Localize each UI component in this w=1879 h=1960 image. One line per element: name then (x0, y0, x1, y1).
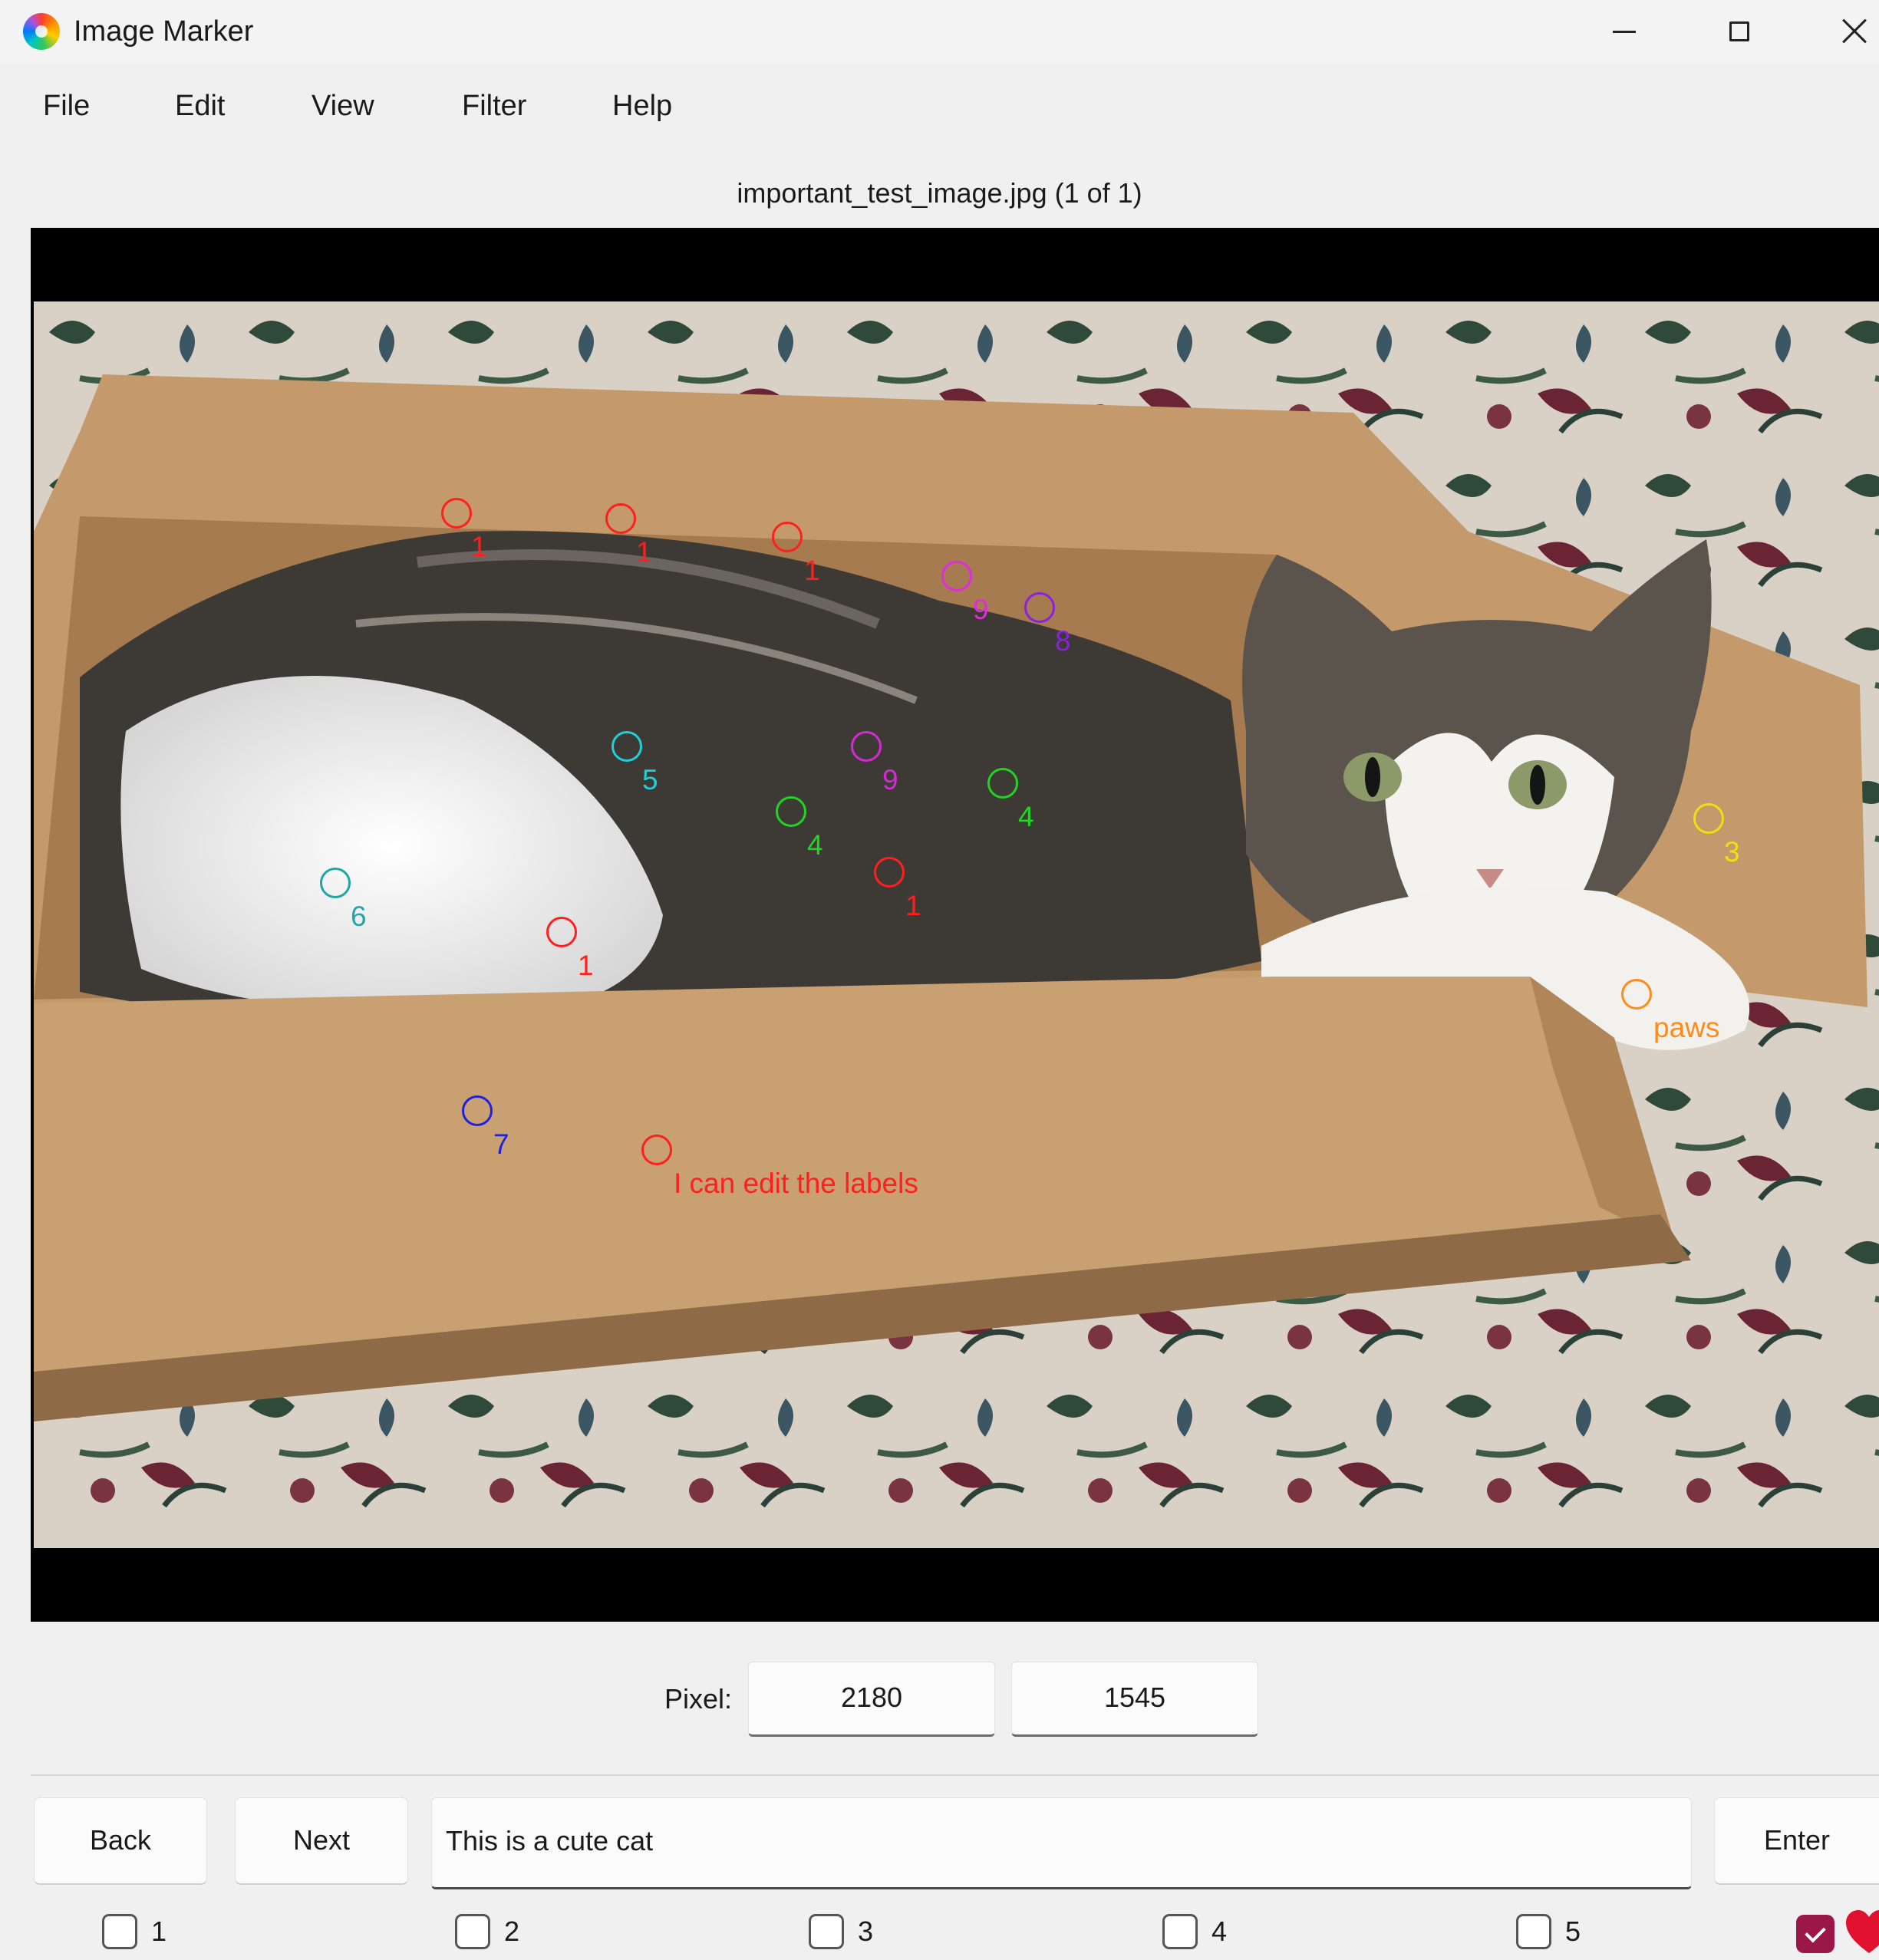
marker-label: 9 (973, 594, 989, 625)
marker-circle[interactable] (772, 522, 803, 552)
marker-circle[interactable] (611, 731, 642, 762)
marker-circle[interactable] (1693, 803, 1724, 834)
cat-photo[interactable]: 1 1 1 9 8 5 9 4 4 1 6 1 3 paws 7 I can e… (34, 301, 1879, 1548)
menu-help[interactable]: Help (605, 75, 680, 137)
marker-label: 1 (471, 531, 487, 562)
marker-label: 9 (882, 764, 898, 796)
marker-label: 4 (1018, 801, 1034, 832)
menu-filter[interactable]: Filter (454, 75, 534, 137)
marker-circle[interactable] (441, 498, 472, 529)
marker-circle[interactable] (1024, 592, 1055, 623)
marker-label: 1 (804, 555, 820, 586)
checkbox-box[interactable] (1162, 1914, 1198, 1949)
back-button[interactable]: Back (34, 1797, 207, 1885)
menu-edit[interactable]: Edit (167, 75, 232, 137)
app-logo-icon (23, 13, 60, 50)
marker-label: 8 (1055, 625, 1071, 657)
marker-overlay[interactable]: 1 1 1 9 8 5 9 4 4 1 6 1 3 paws 7 I can e… (34, 301, 1879, 1548)
maximize-icon (1729, 21, 1749, 41)
marker-circle[interactable] (851, 731, 882, 762)
marker-circle[interactable] (941, 561, 972, 591)
window-title: Image Marker (74, 15, 254, 48)
checkbox-4[interactable]: 4 (1162, 1910, 1227, 1953)
comment-input[interactable]: This is a cute cat (431, 1797, 1692, 1889)
pixel-x-field[interactable]: 2180 (748, 1662, 995, 1737)
minimize-icon (1613, 30, 1636, 33)
checkbox-label: 2 (504, 1916, 520, 1947)
marker-label: 1 (636, 536, 652, 568)
image-filename: important_test_image.jpg (1 of 1) (737, 177, 1142, 209)
checkbox-box[interactable] (809, 1914, 844, 1949)
checkbox-box[interactable] (455, 1914, 490, 1949)
marker-circle[interactable] (462, 1095, 493, 1126)
checkbox-box[interactable] (102, 1914, 137, 1949)
marker-label: I can edit the labels (674, 1168, 918, 1199)
close-icon (1842, 19, 1867, 44)
checkbox-box[interactable] (1516, 1914, 1551, 1949)
divider (31, 1774, 1879, 1776)
marker-circle[interactable] (874, 857, 905, 888)
checkbox-5[interactable]: 5 (1516, 1910, 1581, 1953)
marker-label: 1 (578, 950, 594, 981)
heart-icon[interactable] (1844, 1909, 1879, 1958)
checkbox-1[interactable]: 1 (102, 1910, 166, 1953)
menu-file[interactable]: File (35, 75, 97, 137)
checkbox-label: 4 (1211, 1916, 1228, 1947)
close-button[interactable] (1820, 8, 1879, 55)
marker-circle[interactable] (776, 796, 806, 827)
maximize-button[interactable] (1705, 8, 1774, 55)
image-marker-window: Image Marker File Edit View Filter Help … (0, 0, 1879, 1960)
marker-label: 4 (807, 829, 823, 861)
marker-circle[interactable] (987, 768, 1018, 799)
marker-circle[interactable] (1621, 979, 1652, 1010)
checkbox-2[interactable]: 2 (455, 1910, 519, 1953)
marker-circle[interactable] (641, 1135, 672, 1165)
marker-circle[interactable] (546, 917, 577, 947)
marker-label: 1 (905, 890, 921, 921)
marker-label: 7 (493, 1128, 509, 1160)
next-button[interactable]: Next (235, 1797, 408, 1885)
pixel-label: Pixel: (664, 1683, 733, 1715)
marker-label: paws (1653, 1012, 1720, 1043)
checkbox-3[interactable]: 3 (809, 1910, 873, 1953)
favorite-checkbox-checked[interactable] (1796, 1915, 1834, 1953)
image-viewer[interactable]: 1 1 1 9 8 5 9 4 4 1 6 1 3 paws 7 I can e… (31, 228, 1879, 1622)
checkbox-label: 1 (151, 1916, 167, 1947)
enter-button[interactable]: Enter (1714, 1797, 1879, 1885)
pixel-y-field[interactable]: 1545 (1011, 1662, 1258, 1737)
marker-label: 3 (1724, 836, 1740, 868)
title-bar: Image Marker (0, 0, 1879, 63)
checkbox-label: 5 (1565, 1916, 1581, 1947)
marker-label: 6 (351, 901, 367, 932)
marker-circle[interactable] (605, 503, 636, 534)
marker-circle[interactable] (320, 868, 351, 898)
menu-view[interactable]: View (304, 75, 382, 137)
checkbox-label: 3 (858, 1916, 874, 1947)
minimize-button[interactable] (1590, 8, 1659, 55)
marker-label: 5 (642, 764, 658, 796)
